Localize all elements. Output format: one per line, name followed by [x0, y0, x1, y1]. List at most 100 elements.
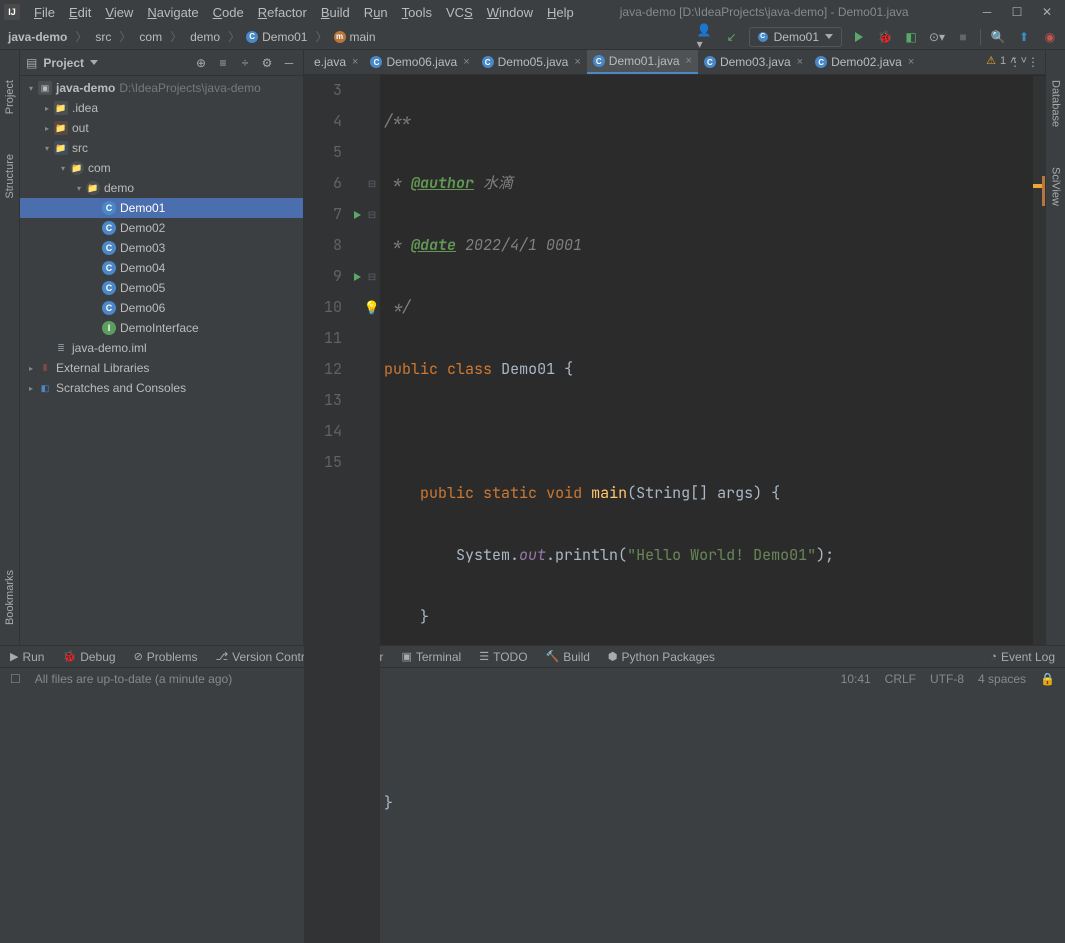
tree-src[interactable]: ▾📁src — [20, 138, 303, 158]
expand-all-button[interactable]: ≡ — [215, 55, 231, 71]
editor-tab-active[interactable]: CDemo01.java× — [587, 50, 698, 74]
maximize-button[interactable]: ☐ — [1011, 6, 1023, 18]
close-button[interactable]: ✕ — [1041, 6, 1053, 18]
tool-database[interactable]: Database — [1050, 80, 1062, 127]
menu-run[interactable]: Run — [358, 3, 394, 22]
chevron-down-icon[interactable] — [90, 60, 98, 65]
coverage-button[interactable]: ◧ — [902, 28, 920, 46]
class-icon: C — [102, 301, 116, 315]
menu-code[interactable]: Code — [207, 3, 250, 22]
stop-button[interactable]: ■ — [954, 28, 972, 46]
tree-root[interactable]: ▾▣ java-demoD:\IdeaProjects\java-demo — [20, 78, 303, 98]
file-icon: ≣ — [54, 341, 68, 355]
crumb-method[interactable]: main — [348, 30, 378, 44]
tool-debug[interactable]: 🐞Debug — [62, 650, 115, 664]
crumb-com[interactable]: com — [137, 30, 164, 44]
code-area[interactable]: 3456789101112131415 ⊟ ⊟ ⊟ 💡 /** * @autho… — [304, 75, 1045, 943]
vcs-update-button[interactable]: ↙ — [723, 28, 741, 46]
close-tab-icon[interactable]: × — [797, 56, 803, 68]
close-tab-icon[interactable]: × — [352, 56, 358, 68]
sync-button[interactable]: ⬆ — [1015, 28, 1033, 46]
chevron-up-icon[interactable]: ˄ — [1010, 55, 1016, 67]
tool-problems[interactable]: ⊘Problems — [134, 650, 198, 664]
chevron-down-icon[interactable]: ˅ — [1021, 55, 1027, 67]
tree-iml[interactable]: ≣java-demo.iml — [20, 338, 303, 358]
tool-structure[interactable]: Structure — [4, 154, 16, 199]
debug-button[interactable]: 🐞 — [876, 28, 894, 46]
tree-class-demo03[interactable]: CDemo03 — [20, 238, 303, 258]
select-opened-file-button[interactable]: ⊕ — [193, 55, 209, 71]
menu-navigate[interactable]: Navigate — [141, 3, 204, 22]
editor-tab[interactable]: CDemo06.java× — [364, 50, 475, 74]
inspection-indicator[interactable]: ⚠1 ˄˅ — [986, 54, 1027, 67]
crumb-src[interactable]: src — [93, 30, 113, 44]
tool-sciview[interactable]: SciView — [1050, 167, 1062, 206]
tool-version-control[interactable]: ⎇Version Control — [215, 650, 314, 664]
project-tree: ▾▣ java-demoD:\IdeaProjects\java-demo ▸📁… — [20, 76, 303, 645]
close-tab-icon[interactable]: × — [574, 56, 580, 68]
tool-bookmarks[interactable]: Bookmarks — [4, 570, 16, 625]
search-button[interactable]: 🔍 — [989, 28, 1007, 46]
package-icon: 📁 — [70, 161, 84, 175]
close-tab-icon[interactable]: × — [463, 56, 469, 68]
window-title: java-demo [D:\IdeaProjects\java-demo] - … — [580, 5, 981, 19]
crumb-project[interactable]: java-demo — [6, 30, 69, 44]
menu-view[interactable]: View — [99, 3, 139, 22]
run-config-selector[interactable]: C Demo01 — [749, 27, 842, 47]
add-config-button[interactable]: 👤▾ — [697, 28, 715, 46]
tree-demo[interactable]: ▾📁demo — [20, 178, 303, 198]
editor-tab[interactable]: CDemo02.java× — [809, 50, 920, 74]
tool-project[interactable]: Project — [4, 80, 16, 114]
intention-bulb-icon[interactable]: 💡 — [364, 292, 380, 323]
code-text[interactable]: /** * @author 水滴 * @date 2022/4/1 0001 *… — [380, 75, 1045, 943]
profile-button[interactable]: ⊙▾ — [928, 28, 946, 46]
tree-class-demo05[interactable]: CDemo05 — [20, 278, 303, 298]
crumb-demo[interactable]: demo — [188, 30, 222, 44]
package-icon: 📁 — [86, 181, 100, 195]
tab-actions-button[interactable]: ⋮ — [1027, 55, 1039, 69]
tree-external-libs[interactable]: ▸⫴External Libraries — [20, 358, 303, 378]
tree-class-demo01[interactable]: CDemo01 — [20, 198, 303, 218]
run-class-icon[interactable] — [350, 199, 364, 230]
crumb-class[interactable]: Demo01 — [260, 30, 309, 44]
error-stripe[interactable] — [1033, 76, 1045, 645]
editor-tab[interactable]: CDemo03.java× — [698, 50, 809, 74]
menu-window[interactable]: Window — [481, 3, 539, 22]
tree-scratches[interactable]: ▸◧Scratches and Consoles — [20, 378, 303, 398]
tool-run[interactable]: ▶Run — [10, 650, 44, 664]
minimize-button[interactable]: ─ — [981, 6, 993, 18]
class-icon: C — [482, 56, 494, 68]
tree-interface[interactable]: IDemoInterface — [20, 318, 303, 338]
tree-class-demo04[interactable]: CDemo04 — [20, 258, 303, 278]
class-icon: C — [593, 55, 605, 67]
close-tab-icon[interactable]: × — [686, 55, 692, 67]
menu-tools[interactable]: Tools — [396, 3, 438, 22]
menu-vcs[interactable]: VCS — [440, 3, 479, 22]
tree-class-demo06[interactable]: CDemo06 — [20, 298, 303, 318]
hide-button[interactable]: ─ — [281, 55, 297, 71]
run-main-icon[interactable] — [350, 261, 364, 292]
run-gutter — [350, 75, 364, 943]
menu-refactor[interactable]: Refactor — [252, 3, 313, 22]
tool-windows-toggle[interactable]: ☐ — [10, 672, 21, 686]
editor-tab[interactable]: CDemo05.java× — [476, 50, 587, 74]
editor-tab[interactable]: e.java× — [308, 50, 364, 74]
collapse-all-button[interactable]: ÷ — [237, 55, 253, 71]
main-menu: File Edit View Navigate Code Refactor Bu… — [28, 3, 580, 22]
tree-class-demo02[interactable]: CDemo02 — [20, 218, 303, 238]
tree-idea[interactable]: ▸📁.idea — [20, 98, 303, 118]
tree-out[interactable]: ▸📁out — [20, 118, 303, 138]
settings-button[interactable]: ⚙ — [259, 55, 275, 71]
menu-file[interactable]: File — [28, 3, 61, 22]
run-button[interactable] — [850, 28, 868, 46]
ide-button[interactable]: ◉ — [1041, 28, 1059, 46]
status-message: All files are up-to-date (a minute ago) — [35, 672, 232, 686]
close-tab-icon[interactable]: × — [908, 56, 914, 68]
class-icon: C — [370, 56, 382, 68]
menu-edit[interactable]: Edit — [63, 3, 97, 22]
left-tool-strip: Project Structure Bookmarks — [0, 50, 20, 645]
titlebar: IJ File Edit View Navigate Code Refactor… — [0, 0, 1065, 24]
menu-build[interactable]: Build — [315, 3, 356, 22]
tree-com[interactable]: ▾📁com — [20, 158, 303, 178]
menu-help[interactable]: Help — [541, 3, 580, 22]
